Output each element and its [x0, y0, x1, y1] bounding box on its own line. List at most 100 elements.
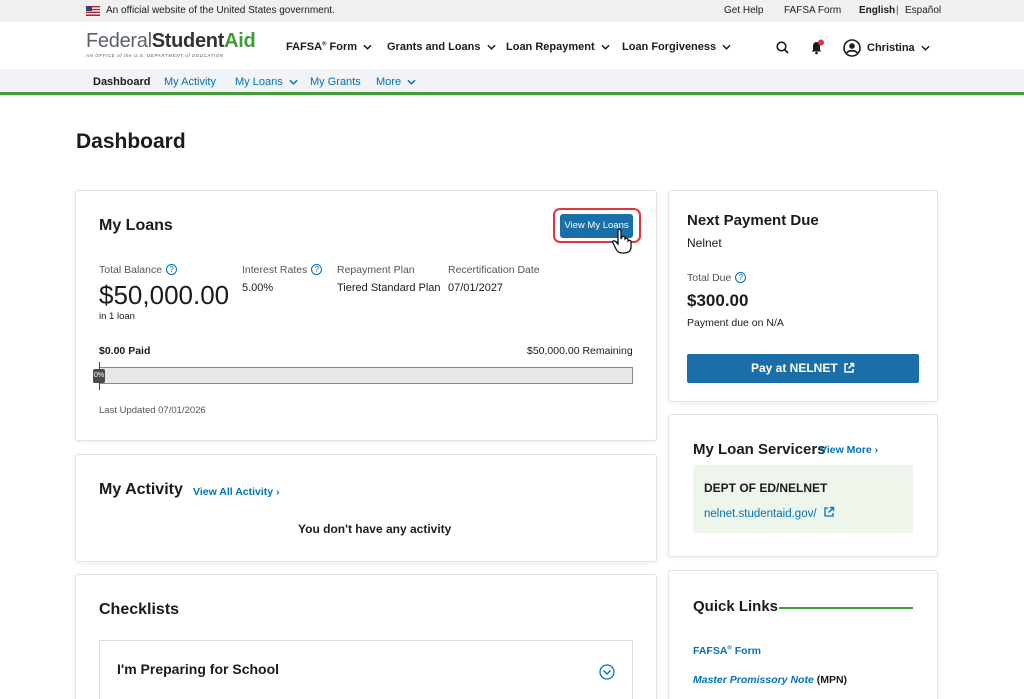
user-account-icon[interactable]: [843, 39, 861, 57]
view-more-servicers-link[interactable]: View More ›: [820, 444, 878, 456]
page-title: Dashboard: [76, 130, 186, 153]
view-more-label: View More: [820, 444, 872, 456]
logo-subtitle: AN OFFICE of the U.S. DEPARTMENT of EDUC…: [86, 53, 224, 58]
loan-count: in 1 loan: [99, 311, 135, 322]
user-name-label: Christina: [867, 42, 915, 54]
amount-paid: $0.00 Paid: [99, 345, 151, 357]
chevron-circle-down-icon[interactable]: [599, 664, 615, 680]
nav-fafsa-label: FAFSA: [286, 41, 323, 53]
quick-links-title: Quick Links: [693, 598, 779, 615]
nav-grants-label: Grants and Loans: [387, 41, 481, 53]
external-link-icon: [824, 506, 834, 517]
recertification-date-value: 07/01/2027: [448, 282, 504, 294]
help-icon[interactable]: ?: [311, 264, 323, 275]
amount-remaining: $50,000.00 Remaining: [527, 345, 633, 357]
pay-at-nelnet-button[interactable]: Pay at NELNET: [687, 354, 919, 383]
interest-rates-label: Interest Rates?: [242, 264, 323, 276]
nav-loan-repayment[interactable]: Loan Repayment: [506, 41, 610, 53]
my-activity-card: [75, 454, 657, 562]
help-icon[interactable]: ?: [735, 272, 747, 283]
quick-links-divider: [779, 607, 913, 609]
total-due-label-text: Total Due: [687, 272, 732, 284]
hand-pointer-cursor-icon: [612, 228, 632, 254]
chevron-down-icon: [363, 44, 372, 50]
notification-bell-icon[interactable]: [809, 39, 825, 55]
payment-due-note: Payment due on N/A: [687, 317, 784, 329]
my-activity-title: My Activity: [99, 481, 183, 498]
subnav-my-grants[interactable]: My Grants: [310, 76, 361, 88]
user-menu[interactable]: Christina: [867, 42, 930, 54]
loan-servicers-title: My Loan Servicers: [693, 441, 826, 458]
external-link-icon: [844, 362, 855, 373]
interest-rates-label-text: Interest Rates: [242, 264, 308, 276]
subnav-my-activity[interactable]: My Activity: [164, 76, 216, 88]
nav-repayment-label: Loan Repayment: [506, 41, 595, 53]
lang-spanish-link[interactable]: Español: [905, 5, 941, 16]
nav-fafsa-suffix: Form: [326, 41, 358, 53]
chevron-down-icon: [407, 79, 416, 85]
logo-student: Student: [151, 30, 225, 52]
fsa-logo[interactable]: FederalStudentAid AN OFFICE of the U.S. …: [86, 30, 256, 58]
quick-link-fafsa-main: FAFSA: [693, 645, 728, 657]
repayment-plan-value: Tiered Standard Plan: [337, 282, 441, 294]
chevron-down-icon: [601, 44, 610, 50]
next-payment-servicer: Nelnet: [687, 236, 722, 250]
total-due-value: $300.00: [687, 291, 749, 310]
activity-empty-message: You don't have any activity: [298, 522, 452, 536]
quick-link-fafsa-form[interactable]: FAFSA® Form: [693, 645, 761, 657]
checklists-title: Checklists: [99, 601, 180, 618]
search-icon[interactable]: [776, 41, 789, 54]
total-balance-value: $50,000.00: [99, 280, 230, 310]
lang-english-link[interactable]: English: [859, 5, 895, 16]
nav-fafsa-form[interactable]: FAFSA® Form: [286, 41, 372, 53]
chevron-down-icon: [486, 44, 496, 50]
chevron-down-icon: [722, 44, 731, 50]
total-balance-label: Total Balance?: [99, 264, 178, 276]
pay-at-nelnet-label: Pay at NELNET: [750, 361, 838, 375]
official-site-text: An official website of the United States…: [106, 5, 335, 16]
total-due-label: Total Due?: [687, 272, 747, 284]
quick-link-fafsa-suffix: Form: [731, 645, 762, 657]
us-flag-icon: [86, 6, 100, 16]
subnav-more[interactable]: More: [376, 76, 416, 88]
nav-forgiveness-label: Loan Forgiveness: [622, 41, 717, 53]
nav-loan-forgiveness[interactable]: Loan Forgiveness: [622, 41, 731, 53]
servicer-entry: [693, 465, 913, 533]
site-header: FederalStudentAid AN OFFICE of the U.S. …: [0, 22, 1024, 69]
subnav-more-label: More: [376, 76, 402, 88]
quick-link-mpn-italic: Master Promissory Note: [693, 674, 814, 686]
last-updated: Last Updated 07/01/2026: [99, 405, 206, 416]
help-icon[interactable]: ?: [166, 264, 178, 275]
get-help-link[interactable]: Get Help: [724, 5, 763, 16]
view-all-activity-label: View All Activity: [193, 486, 274, 498]
gov-banner: An official website of the United States…: [0, 0, 1024, 22]
subnav-my-loans-label: My Loans: [235, 76, 283, 88]
repayment-plan-label: Repayment Plan: [337, 264, 415, 276]
subnav-dashboard[interactable]: Dashboard: [93, 76, 150, 88]
recertification-date-label: Recertification Date: [448, 264, 540, 276]
quick-link-mpn-suffix: (MPN): [813, 674, 848, 686]
servicer-url-link[interactable]: nelnet.studentaid.gov/: [704, 506, 835, 520]
chevron-right-icon: ›: [874, 444, 879, 456]
chevron-right-icon: ›: [276, 486, 280, 498]
checklist-item-title: I'm Preparing for School: [117, 661, 280, 677]
subnav-my-loans[interactable]: My Loans: [235, 76, 298, 88]
interest-rate-value: 5.00%: [242, 282, 274, 294]
view-all-activity-link[interactable]: View All Activity ›: [193, 486, 280, 498]
logo-aid: Aid: [224, 30, 256, 52]
next-payment-title: Next Payment Due: [687, 212, 819, 229]
servicer-name: DEPT OF ED/NELNET: [704, 481, 828, 495]
chevron-down-icon: [921, 45, 930, 51]
nav-grants-and-loans[interactable]: Grants and Loans: [387, 41, 496, 53]
servicer-url-label: nelnet.studentaid.gov/: [704, 508, 817, 520]
total-balance-label-text: Total Balance: [99, 264, 163, 276]
logo-federal: Federal: [86, 30, 152, 52]
chevron-down-icon: [289, 79, 298, 85]
dashboard-sub-nav: Dashboard My Activity My Loans My Grants…: [0, 69, 1024, 95]
progress-percent-badge: 0%: [93, 369, 105, 383]
my-loans-title: My Loans: [99, 217, 173, 234]
fafsa-form-top-link[interactable]: FAFSA Form: [784, 5, 841, 16]
lang-separator: |: [896, 5, 899, 16]
repayment-progress-bar: [99, 367, 633, 384]
quick-link-mpn[interactable]: Master Promissory Note (MPN): [693, 674, 847, 686]
